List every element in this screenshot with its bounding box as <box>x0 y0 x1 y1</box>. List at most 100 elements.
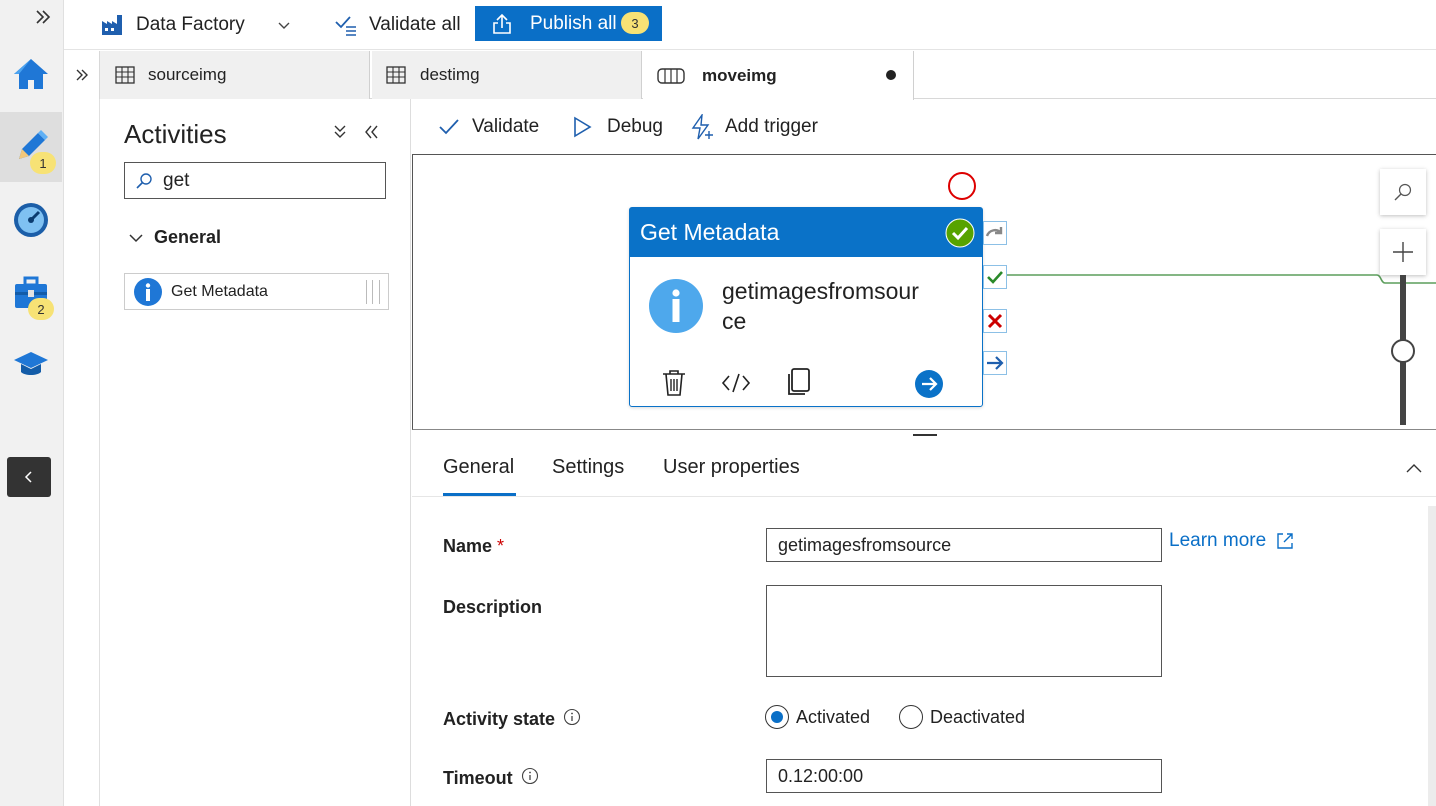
activities-title: Activities <box>124 119 227 149</box>
learn-button[interactable] <box>0 330 62 398</box>
graduation-cap-icon <box>14 352 48 375</box>
external-link-icon <box>1277 533 1293 549</box>
group-label: General <box>154 227 222 247</box>
chevron-down-icon <box>278 22 290 29</box>
radio-deactivated-circle <box>899 705 923 729</box>
author-button[interactable]: 1 <box>0 112 62 182</box>
double-chevron-down-icon <box>334 125 346 138</box>
code-icon[interactable] <box>721 371 751 395</box>
completion-output-handle[interactable] <box>983 351 1007 375</box>
factory-selector[interactable]: Data Factory <box>100 0 292 50</box>
activity-state-label: Activity state <box>443 708 581 730</box>
publish-icon <box>493 13 511 34</box>
chevron-down-icon <box>129 233 143 242</box>
table-icon <box>386 66 406 84</box>
tab-user-properties[interactable]: User properties <box>663 456 800 479</box>
copy-icon[interactable] <box>785 366 813 398</box>
activity-search-box[interactable]: get <box>124 162 386 199</box>
name-label: Name * <box>443 536 505 556</box>
double-chevron-right-icon <box>76 69 88 81</box>
tab-general[interactable]: General <box>443 456 514 479</box>
manage-badge: 2 <box>28 298 54 320</box>
collapse-panel-button[interactable] <box>362 123 380 141</box>
name-input[interactable]: getimagesfromsource <box>766 528 1162 562</box>
author-badge: 1 <box>30 152 56 174</box>
publish-count-badge: 3 <box>621 12 649 34</box>
description-textarea[interactable] <box>766 585 1162 677</box>
validate-button[interactable]: Validate <box>438 99 539 154</box>
failure-output-handle[interactable] <box>983 309 1007 333</box>
search-icon <box>1394 183 1412 201</box>
publish-all-label: Publish all <box>530 12 617 34</box>
add-trigger-label: Add trigger <box>725 115 818 137</box>
lightning-icon <box>691 113 713 139</box>
radio-activated[interactable]: Activated <box>765 705 870 729</box>
tab-sourceimg[interactable]: sourceimg <box>100 51 370 99</box>
search-icon <box>136 172 152 189</box>
top-bar: Data Factory Validate all Publish all 3 <box>64 0 1436 50</box>
skip-output-handle[interactable] <box>983 221 1007 245</box>
drag-handle-icon[interactable] <box>366 280 380 304</box>
validation-error-indicator[interactable] <box>948 172 976 200</box>
unsaved-dot-icon <box>886 70 896 80</box>
collapse-properties-button[interactable] <box>1405 462 1423 474</box>
properties-scrollbar[interactable] <box>1428 506 1436 806</box>
success-output-handle[interactable] <box>983 265 1007 289</box>
gauge-icon <box>14 203 48 237</box>
factory-label: Data Factory <box>136 14 245 35</box>
activity-node-get-metadata[interactable]: Get Metadata getimagesfromsour ce <box>629 207 983 407</box>
node-title: Get Metadata <box>640 219 780 245</box>
zoom-in-button[interactable] <box>1380 229 1426 275</box>
delete-icon[interactable] <box>660 368 688 398</box>
canvas-toolbar: Validate Debug Add trigger <box>412 99 1436 154</box>
info-circle-icon[interactable] <box>563 708 581 726</box>
collapse-rail-button[interactable] <box>7 457 51 497</box>
tab-moveimg[interactable]: moveimg <box>643 51 914 100</box>
radio-deactivated[interactable]: Deactivated <box>899 705 1025 729</box>
home-button[interactable] <box>0 40 62 108</box>
x-mark-icon <box>987 313 1003 329</box>
description-label: Description <box>443 597 543 617</box>
activity-search-input[interactable]: get <box>163 170 189 192</box>
required-mark: * <box>497 536 505 556</box>
activities-panel: Activities get General Get Metadata <box>100 99 411 806</box>
checkmark-icon <box>987 271 1003 284</box>
timeout-input[interactable]: 0.12:00:00 <box>766 759 1162 793</box>
tab-divider <box>412 496 1436 497</box>
manage-button[interactable]: 2 <box>0 258 62 326</box>
expand-rail-icon[interactable] <box>34 8 52 26</box>
node-name-line2: ce <box>722 308 747 334</box>
info-circle-icon[interactable] <box>521 767 539 785</box>
publish-all-button[interactable]: Publish all 3 <box>475 6 662 41</box>
tab-destimg[interactable]: destimg <box>372 51 642 99</box>
tab-settings[interactable]: Settings <box>552 456 624 479</box>
add-trigger-button[interactable]: Add trigger <box>690 99 818 154</box>
debug-button[interactable]: Debug <box>572 99 663 154</box>
tab-label: destimg <box>420 65 480 84</box>
table-icon <box>115 66 135 84</box>
chevron-up-icon <box>1406 464 1422 473</box>
zoom-search-button[interactable] <box>1380 169 1426 215</box>
validate-all-label: Validate all <box>369 14 461 35</box>
success-check-icon <box>945 218 975 248</box>
node-header: Get Metadata <box>630 208 982 257</box>
factory-icon <box>102 15 122 35</box>
go-arrow-icon[interactable] <box>914 369 944 399</box>
validate-all-button[interactable]: Validate all <box>334 0 461 50</box>
expand-factory-resources-button[interactable] <box>64 51 100 99</box>
arrow-right-icon <box>987 356 1004 370</box>
collapse-all-button[interactable] <box>332 123 348 141</box>
chevron-left-icon <box>24 471 32 483</box>
learn-more-link[interactable]: Learn more <box>1169 530 1295 552</box>
left-rail: 1 2 <box>0 0 64 806</box>
activity-group-general[interactable]: General <box>128 227 221 248</box>
node-activity-name: getimagesfromsour ce <box>722 276 919 336</box>
monitor-button[interactable] <box>0 186 62 254</box>
radio-activated-circle <box>765 705 789 729</box>
activity-item-get-metadata[interactable]: Get Metadata <box>124 273 389 310</box>
pipeline-canvas[interactable]: Get Metadata getimagesfromsour ce <box>412 154 1436 430</box>
pipeline-icon <box>657 67 685 84</box>
tab-label: sourceimg <box>148 65 227 84</box>
double-chevron-left-icon <box>365 125 378 139</box>
zoom-slider-thumb[interactable] <box>1391 339 1415 363</box>
